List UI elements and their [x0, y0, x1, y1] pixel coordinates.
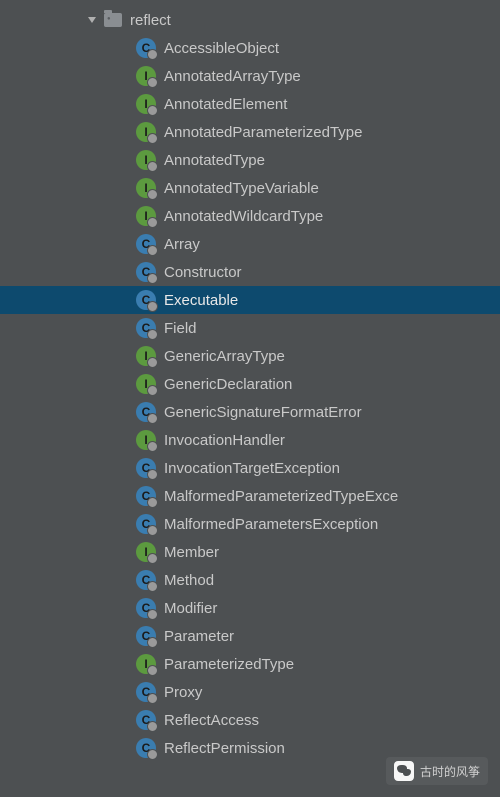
- tree-item-label: ReflectPermission: [164, 740, 285, 757]
- tree-item-label: Constructor: [164, 264, 242, 281]
- tree-item-label: GenericDeclaration: [164, 376, 292, 393]
- tree-item-label: GenericArrayType: [164, 348, 285, 365]
- tree-item[interactable]: I InvocationHandler: [0, 426, 500, 454]
- tree-item[interactable]: C Modifier: [0, 594, 500, 622]
- class-icon: C: [136, 290, 156, 310]
- tree-item-label: ReflectAccess: [164, 712, 259, 729]
- class-icon: C: [136, 682, 156, 702]
- tree-item-label: ParameterizedType: [164, 656, 294, 673]
- tree-item[interactable]: I AnnotatedType: [0, 146, 500, 174]
- class-icon: C: [136, 598, 156, 618]
- tree-item-label: Member: [164, 544, 219, 561]
- interface-icon: I: [136, 542, 156, 562]
- tree-item-label: Array: [164, 236, 200, 253]
- tree-item-label: Executable: [164, 292, 238, 309]
- class-icon: C: [136, 626, 156, 646]
- interface-icon: I: [136, 346, 156, 366]
- tree-item-label: MalformedParametersException: [164, 516, 378, 533]
- interface-icon: I: [136, 374, 156, 394]
- class-icon: C: [136, 514, 156, 534]
- tree-item[interactable]: C MalformedParametersException: [0, 510, 500, 538]
- class-icon: C: [136, 262, 156, 282]
- tree-item-label: InvocationTargetException: [164, 460, 340, 477]
- tree-item-label: AnnotatedWildcardType: [164, 208, 323, 225]
- tree-item[interactable]: I AnnotatedElement: [0, 90, 500, 118]
- tree-item[interactable]: C Executable: [0, 286, 500, 314]
- class-icon: C: [136, 458, 156, 478]
- tree-item[interactable]: I ParameterizedType: [0, 650, 500, 678]
- interface-icon: I: [136, 94, 156, 114]
- tree-item[interactable]: I GenericArrayType: [0, 342, 500, 370]
- interface-icon: I: [136, 66, 156, 86]
- tree-item-label: AnnotatedElement: [164, 96, 287, 113]
- tree-item[interactable]: I AnnotatedWildcardType: [0, 202, 500, 230]
- tree-item-label: GenericSignatureFormatError: [164, 404, 362, 421]
- tree-item[interactable]: I AnnotatedParameterizedType: [0, 118, 500, 146]
- tree-item[interactable]: I AnnotatedTypeVariable: [0, 174, 500, 202]
- class-icon: C: [136, 486, 156, 506]
- tree-item-label: InvocationHandler: [164, 432, 285, 449]
- interface-icon: I: [136, 178, 156, 198]
- tree-item[interactable]: C ReflectAccess: [0, 706, 500, 734]
- project-tree: reflect C AccessibleObject I AnnotatedArray…: [0, 0, 500, 762]
- tree-item-label: Method: [164, 572, 214, 589]
- wechat-icon: [394, 761, 414, 781]
- watermark: 古时的风筝: [386, 757, 488, 785]
- tree-item[interactable]: C GenericSignatureFormatError: [0, 398, 500, 426]
- interface-icon: I: [136, 430, 156, 450]
- tree-item-label: AnnotatedTypeVariable: [164, 180, 319, 197]
- tree-item[interactable]: I GenericDeclaration: [0, 370, 500, 398]
- class-icon: C: [136, 402, 156, 422]
- tree-item[interactable]: C Array: [0, 230, 500, 258]
- package-label: reflect: [130, 12, 171, 29]
- tree-item-label: MalformedParameterizedTypeExce: [164, 488, 398, 505]
- class-icon: C: [136, 318, 156, 338]
- tree-item-label: AnnotatedParameterizedType: [164, 124, 362, 141]
- class-icon: C: [136, 234, 156, 254]
- class-icon: C: [136, 738, 156, 758]
- class-icon: C: [136, 570, 156, 590]
- tree-item[interactable]: I AnnotatedArrayType: [0, 62, 500, 90]
- tree-item-label: Proxy: [164, 684, 202, 701]
- tree-item[interactable]: C AccessibleObject: [0, 34, 500, 62]
- tree-item[interactable]: C Parameter: [0, 622, 500, 650]
- tree-item[interactable]: C Method: [0, 566, 500, 594]
- tree-item[interactable]: C Constructor: [0, 258, 500, 286]
- interface-icon: I: [136, 150, 156, 170]
- tree-item-label: AnnotatedArrayType: [164, 68, 301, 85]
- watermark-text: 古时的风筝: [420, 763, 480, 780]
- tree-item-label: AccessibleObject: [164, 40, 279, 57]
- tree-item-label: Field: [164, 320, 197, 337]
- tree-item-label: Parameter: [164, 628, 234, 645]
- tree-item[interactable]: I Member: [0, 538, 500, 566]
- tree-item[interactable]: C MalformedParameterizedTypeExce: [0, 482, 500, 510]
- tree-item-label: AnnotatedType: [164, 152, 265, 169]
- interface-icon: I: [136, 122, 156, 142]
- class-icon: C: [136, 38, 156, 58]
- package-row-reflect[interactable]: reflect: [0, 6, 500, 34]
- interface-icon: I: [136, 206, 156, 226]
- tree-item-label: Modifier: [164, 600, 217, 617]
- package-folder-icon: [104, 13, 122, 27]
- tree-item[interactable]: C InvocationTargetException: [0, 454, 500, 482]
- tree-item[interactable]: C Field: [0, 314, 500, 342]
- class-icon: C: [136, 710, 156, 730]
- expand-arrow-icon[interactable]: [88, 17, 96, 23]
- tree-item[interactable]: C Proxy: [0, 678, 500, 706]
- interface-icon: I: [136, 654, 156, 674]
